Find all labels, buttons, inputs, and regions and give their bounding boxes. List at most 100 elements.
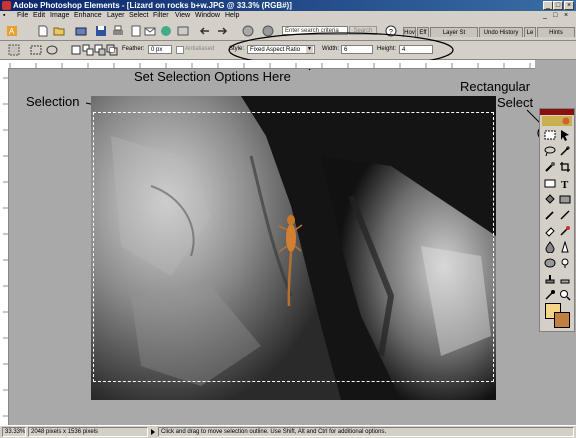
- minimize-button[interactable]: _: [543, 1, 553, 10]
- new-selection-icon[interactable]: [70, 44, 82, 56]
- menu-layer[interactable]: Layer: [107, 12, 125, 19]
- doc-icon[interactable]: ▪: [3, 12, 5, 19]
- import-icon[interactable]: [75, 25, 87, 37]
- intersect-selection-icon[interactable]: [106, 44, 118, 56]
- gradient-icon[interactable]: [559, 193, 571, 205]
- toolbox-title-bar[interactable]: [540, 109, 574, 115]
- search-button[interactable]: Search: [349, 26, 377, 35]
- palette-tab-layer-styles[interactable]: Layer St: [430, 27, 478, 37]
- blur-icon[interactable]: [544, 241, 556, 253]
- online-services-icon[interactable]: [542, 116, 572, 126]
- antialiased-checkbox[interactable]: [176, 46, 184, 54]
- selection-brush-icon[interactable]: [544, 161, 556, 173]
- red-eye-brush-icon[interactable]: [559, 225, 571, 237]
- width-input[interactable]: 6: [341, 45, 373, 54]
- lasso-icon[interactable]: [544, 145, 556, 157]
- svg-text:T: T: [561, 179, 569, 189]
- rectangular-marquee-icon[interactable]: [544, 129, 556, 141]
- pattern-stamp-icon[interactable]: [559, 273, 571, 285]
- move-tool-icon[interactable]: [559, 129, 571, 141]
- play-icon[interactable]: [151, 429, 155, 435]
- options-bar: Feather: 0 px Antialiased Style: Fixed A…: [0, 41, 576, 60]
- new-file-icon[interactable]: A: [6, 25, 18, 37]
- pencil-icon[interactable]: [559, 209, 571, 221]
- step-backward-icon[interactable]: [199, 25, 211, 37]
- doc-maximize-button[interactable]: □: [553, 12, 557, 19]
- doc-minimize-button[interactable]: _: [543, 12, 547, 19]
- rectangular-label: Rectangular: [460, 79, 531, 94]
- new-document-icon[interactable]: [37, 25, 49, 37]
- menu-help[interactable]: Help: [225, 12, 239, 19]
- marquee-preset-icon[interactable]: [8, 44, 20, 56]
- print-preview-icon[interactable]: [130, 25, 142, 37]
- help-icon[interactable]: ?: [385, 25, 397, 37]
- chevron-down-icon[interactable]: ▼: [306, 46, 313, 53]
- maximize-button[interactable]: □: [553, 1, 563, 10]
- status-bar: 33.33% 2048 pixels x 1536 pixels Click a…: [0, 425, 576, 438]
- select-label: Select: [497, 95, 534, 110]
- type-tool-icon[interactable]: T: [559, 177, 571, 189]
- eyedropper-icon[interactable]: [544, 289, 556, 301]
- horizontal-ruler: [0, 60, 535, 69]
- menu-enhance[interactable]: Enhance: [74, 12, 102, 19]
- app-icon: [2, 1, 11, 10]
- web-photo-icon[interactable]: [177, 25, 189, 37]
- menu-view[interactable]: View: [175, 12, 190, 19]
- menu-edit[interactable]: Edit: [33, 12, 45, 19]
- add-selection-icon[interactable]: [82, 44, 94, 56]
- height-input[interactable]: 4: [399, 45, 433, 54]
- ruler-ticks-vertical: [3, 77, 8, 417]
- save-icon[interactable]: [95, 25, 107, 37]
- paint-bucket-icon[interactable]: [544, 193, 556, 205]
- eraser-icon[interactable]: [544, 225, 556, 237]
- ellipse-marquee-option-icon[interactable]: [46, 44, 58, 56]
- color-variations-icon[interactable]: [262, 25, 274, 37]
- step-forward-icon[interactable]: [216, 25, 228, 37]
- online-services-icon[interactable]: [160, 25, 172, 37]
- selection-label: Selection: [26, 94, 80, 109]
- close-button[interactable]: ×: [564, 1, 574, 10]
- style-label: Style:: [229, 46, 245, 52]
- menu-image[interactable]: Image: [50, 12, 69, 19]
- menu-bar: ▪ File Edit Image Enhance Layer Select F…: [0, 11, 576, 22]
- print-icon[interactable]: [112, 25, 124, 37]
- menu-window[interactable]: Window: [195, 12, 220, 19]
- selection-marquee[interactable]: [93, 112, 494, 382]
- attach-email-icon[interactable]: [144, 25, 156, 37]
- subtract-selection-icon[interactable]: [94, 44, 106, 56]
- svg-text:A: A: [9, 27, 15, 36]
- vertical-ruler: [0, 68, 9, 425]
- menu-filter[interactable]: Filter: [153, 12, 169, 19]
- feather-input[interactable]: 0 px: [148, 45, 172, 54]
- sharpen-icon[interactable]: [559, 241, 571, 253]
- magic-wand-icon[interactable]: [559, 145, 571, 157]
- dodge-icon[interactable]: [559, 257, 571, 269]
- search-input[interactable]: Enter search criteria: [282, 26, 348, 35]
- palette-tab-undo-history[interactable]: Undo History: [479, 27, 523, 37]
- palette-tab-how-to[interactable]: Hov: [403, 27, 416, 37]
- ruler-ticks-horizontal: [9, 63, 531, 68]
- palette-tab-hints[interactable]: Hints: [537, 27, 575, 37]
- set-selection-options-label: Set Selection Options Here: [134, 69, 291, 84]
- style-select[interactable]: Fixed Aspect Ratio ▼: [247, 45, 315, 54]
- menu-select[interactable]: Select: [129, 12, 148, 19]
- window-title: Adobe Photoshop Elements - [Lizard on ro…: [13, 1, 292, 10]
- background-color-swatch[interactable]: [554, 312, 570, 328]
- menu-file[interactable]: File: [17, 12, 28, 19]
- doc-close-button[interactable]: ×: [564, 12, 568, 19]
- quick-fix-icon[interactable]: [242, 25, 254, 37]
- title-bar: Adobe Photoshop Elements - [Lizard on ro…: [0, 0, 576, 11]
- palette-tab-layers[interactable]: Le: [524, 27, 536, 37]
- antialiased-label: Antialiased: [185, 46, 215, 52]
- brush-icon[interactable]: [544, 209, 556, 221]
- palette-tab-effects[interactable]: Eff: [417, 27, 429, 37]
- zoom-level[interactable]: 33.33%: [2, 427, 26, 437]
- rect-marquee-option-icon[interactable]: [30, 44, 42, 56]
- toolbox: T: [539, 108, 575, 332]
- zoom-icon[interactable]: [559, 289, 571, 301]
- clone-stamp-icon[interactable]: [544, 273, 556, 285]
- sponge-icon[interactable]: [544, 257, 556, 269]
- shape-tool-icon[interactable]: [544, 177, 556, 189]
- open-folder-icon[interactable]: [53, 25, 65, 37]
- crop-icon[interactable]: [559, 161, 571, 173]
